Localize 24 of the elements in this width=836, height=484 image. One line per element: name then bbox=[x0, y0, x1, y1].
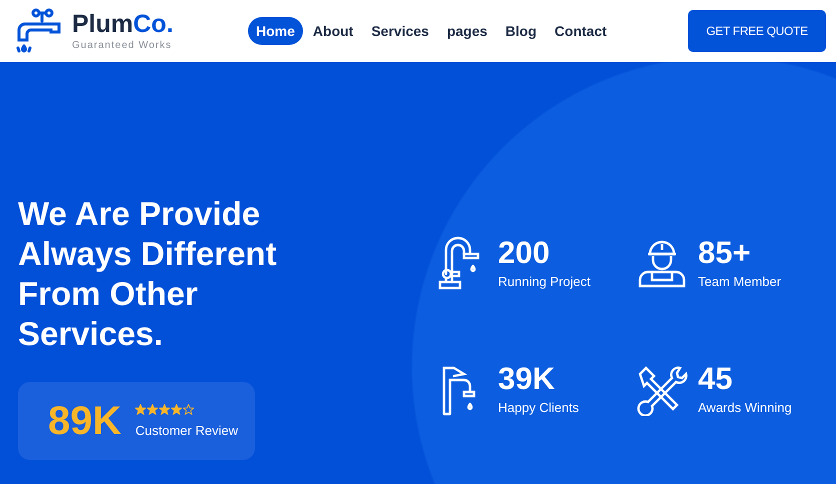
stat-label: Team Member bbox=[698, 274, 782, 289]
star-icon bbox=[147, 404, 158, 415]
review-label: Customer Review bbox=[135, 423, 238, 438]
stat-value: 45 bbox=[698, 362, 734, 396]
brand-name: PlumCo. bbox=[72, 12, 174, 36]
nav-link[interactable]: Blog bbox=[497, 17, 545, 45]
get-quote-button[interactable]: GET FREE QUOTE bbox=[688, 10, 826, 52]
hero-heading: We Are Provide Always Different From Other Services. bbox=[18, 194, 278, 354]
stat-value: 200 bbox=[498, 236, 551, 270]
star-icon bbox=[159, 404, 170, 415]
nav-link[interactable]: pages bbox=[438, 17, 496, 45]
star-icon bbox=[171, 404, 182, 415]
nav-link[interactable]: Services bbox=[363, 17, 437, 45]
star-icon bbox=[135, 404, 146, 415]
stat-value: 85+ bbox=[698, 236, 752, 270]
nav-link[interactable]: About bbox=[304, 17, 362, 45]
stat-label: Running Project bbox=[498, 274, 590, 289]
nav-link[interactable]: Contact bbox=[546, 17, 615, 45]
nav-link[interactable]: Home bbox=[248, 17, 303, 45]
stat-label: Awards Winning bbox=[698, 400, 792, 415]
stat-label: Happy Clients bbox=[498, 400, 579, 415]
review-count: 89K bbox=[48, 398, 122, 444]
brand-tagline: Guaranteed Works bbox=[72, 40, 173, 50]
stat-value: 39K bbox=[498, 362, 556, 396]
